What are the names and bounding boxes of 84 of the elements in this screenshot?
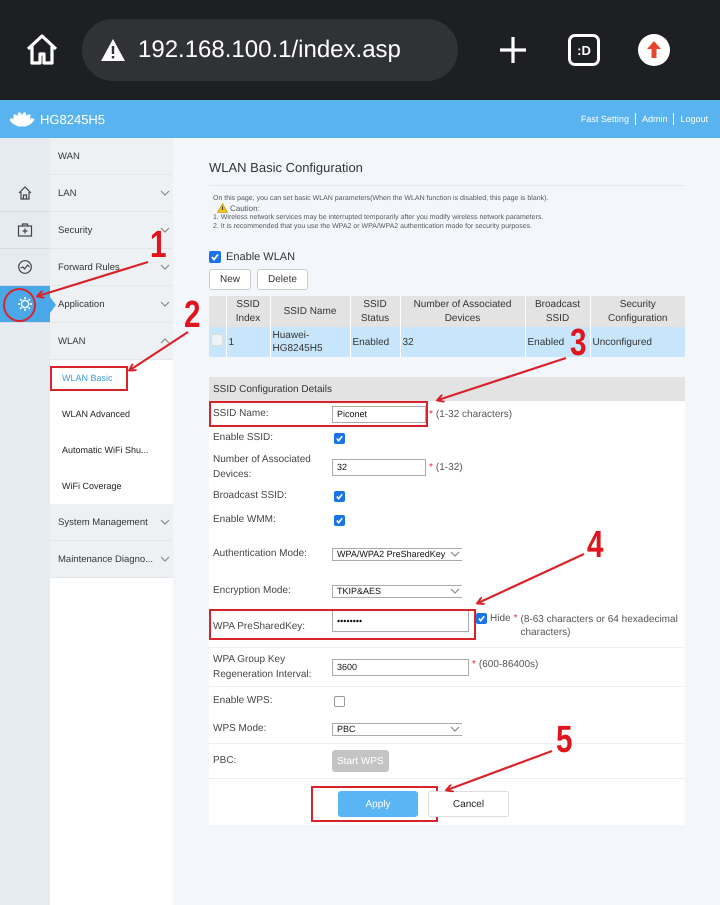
field-label: Enable WMM: xyxy=(213,513,277,527)
field-label: Authentication Mode: xyxy=(213,547,308,561)
dropdown[interactable]: PBC xyxy=(332,722,462,736)
field-hint: (1-32) xyxy=(436,462,463,472)
field-label: WPA PreSharedKey: xyxy=(213,620,306,634)
table-cell: 32 xyxy=(400,327,525,357)
dropdown[interactable]: TKIP&AES xyxy=(332,584,462,598)
nav-item[interactable]: LAN xyxy=(50,175,173,212)
field-label: Encryption Mode: xyxy=(213,584,292,598)
text-field[interactable]: 32 xyxy=(332,458,426,476)
field-label: Number of Associated Devices: xyxy=(213,453,312,482)
chevron-down-icon xyxy=(450,588,460,594)
dropdown[interactable]: WPA/WPA2 PreSharedKey xyxy=(332,548,462,560)
logo-icon xyxy=(8,110,36,128)
table-cell: Enabled xyxy=(350,327,400,357)
annotation-number: 4 xyxy=(587,528,604,562)
checkbox-label: Enable WLAN xyxy=(226,251,296,263)
text-field[interactable]: Piconet xyxy=(332,406,426,422)
nav-item[interactable]: Maintenance Diagno... xyxy=(50,541,173,578)
field-label: Enable SSID: xyxy=(213,431,274,445)
field-hint: (1-32 characters) xyxy=(436,408,512,420)
text-field[interactable]: 3600 xyxy=(332,658,469,676)
column-header: SSID Name xyxy=(270,296,350,327)
annotation-number: 2 xyxy=(184,298,200,332)
nav-subitem[interactable]: Automatic WiFi Shu... xyxy=(62,445,149,455)
field-label: SSID Name: xyxy=(213,407,270,421)
toolbar-button[interactable]: New xyxy=(209,269,252,290)
upload-icon[interactable] xyxy=(638,34,670,66)
field-label: Broadcast SSID: xyxy=(213,489,288,503)
checkbox[interactable] xyxy=(334,432,345,444)
row-checkbox[interactable] xyxy=(211,334,223,346)
caution-label: Caution: xyxy=(230,204,260,212)
nav-subitem[interactable]: WLAN Advanced xyxy=(62,409,130,419)
page-title: WLAN Basic Configuration xyxy=(209,160,685,186)
required-mark: * xyxy=(429,408,433,420)
toolbox-icon[interactable] xyxy=(17,222,33,238)
required-mark: * xyxy=(514,613,518,624)
chevron-down-icon xyxy=(450,551,460,557)
highlight-circle xyxy=(3,288,36,322)
field-label: Enable WPS: xyxy=(213,694,274,708)
column-header: SSID Status xyxy=(350,296,400,327)
column-header: Security Configuration xyxy=(590,296,685,327)
checkbox[interactable] xyxy=(334,696,345,706)
gauge-icon[interactable] xyxy=(17,259,33,275)
model-name: HG8245H5 xyxy=(40,112,106,126)
password-field[interactable]: •••••••• xyxy=(332,610,469,632)
annotation-number: 5 xyxy=(556,723,572,757)
annotation-number: 3 xyxy=(570,326,586,360)
nav-subitem[interactable]: WiFi Coverage xyxy=(62,481,122,491)
settings-icon[interactable] xyxy=(16,295,34,313)
checkbox[interactable] xyxy=(476,613,487,624)
warning-icon xyxy=(217,203,228,213)
field-hint: (8-63 characters or 64 hexadecimal characters) xyxy=(520,613,679,639)
checkbox[interactable] xyxy=(334,514,345,526)
column-header: SSID Index xyxy=(226,296,270,327)
chevron-down-icon xyxy=(450,726,460,732)
column-header: Broadcast SSID xyxy=(525,296,590,327)
table-cell: Huawei-HG8245H5 xyxy=(270,327,350,357)
table-cell: Unconfigured xyxy=(590,327,685,357)
new-tab-icon[interactable] xyxy=(498,35,528,65)
checkbox-label: Hide xyxy=(490,613,511,624)
required-mark: * xyxy=(472,658,476,670)
required-mark: * xyxy=(429,462,433,472)
section-header: SSID Configuration Details xyxy=(209,377,685,401)
column-header: Number of Associated Devices xyxy=(400,296,525,327)
field-label: WPA Group Key Regeneration Interval: xyxy=(213,653,312,682)
toolbar-button[interactable]: Delete xyxy=(257,269,308,290)
field-label: WPS Mode: xyxy=(213,722,268,736)
nav-item[interactable]: Application xyxy=(50,286,173,323)
checkbox[interactable] xyxy=(334,490,345,502)
cancel-button[interactable]: Cancel xyxy=(428,791,509,817)
nav-item[interactable]: WAN xyxy=(50,138,173,175)
field-hint: (600-86400s) xyxy=(478,658,538,670)
field-label: PBC: xyxy=(213,754,238,768)
nav-item[interactable]: WLAN xyxy=(50,323,173,360)
address-bar[interactable]: 192.168.100.1/index.asp xyxy=(82,19,458,81)
table-cell: 1 xyxy=(226,327,270,357)
nav-item[interactable]: System Management xyxy=(50,504,173,541)
annotation-arrow xyxy=(128,331,189,372)
url-text: 192.168.100.1/index.asp xyxy=(138,36,401,64)
home-icon[interactable] xyxy=(17,185,33,201)
warning-icon xyxy=(100,38,126,62)
tab-count[interactable]: :D xyxy=(568,34,600,66)
checkbox[interactable] xyxy=(209,251,221,263)
